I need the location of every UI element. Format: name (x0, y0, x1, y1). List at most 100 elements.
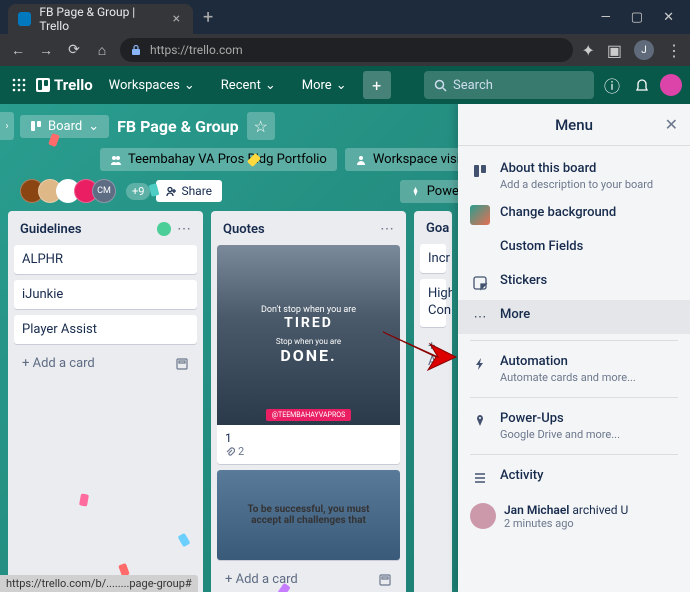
menu-title: Menu (555, 116, 593, 134)
template-icon[interactable] (378, 573, 392, 587)
chevron-down-icon: ⌄ (184, 78, 195, 93)
list-goals: Goa Incr High Con + A (414, 211, 452, 592)
card-title: 1 (225, 431, 392, 445)
bolt-icon (470, 354, 490, 374)
status-bar: https://trello.com/b/........page-group# (0, 575, 198, 592)
menu-custom-fields[interactable]: Custom Fields (458, 232, 690, 266)
forward-button[interactable]: → (36, 40, 56, 60)
add-card-button[interactable]: + Add a card (14, 350, 197, 377)
reload-button[interactable]: ⟳ (64, 40, 84, 60)
search-input[interactable]: Search (424, 71, 594, 99)
menu-automation[interactable]: Automation Automate cards and more... (458, 347, 690, 391)
board-area: › Board ⌄ FB Page & Group ☆ Teembahay VA… (0, 104, 690, 592)
lock-icon (130, 44, 142, 56)
more-dropdown[interactable]: More ⌄ (292, 72, 357, 99)
card-cover-image: Don't stop when you are TIRED Stop when … (217, 245, 400, 425)
trello-logo[interactable]: Trello (36, 76, 93, 94)
list-title[interactable]: Goa (426, 221, 449, 236)
card[interactable]: Don't stop when you are TIRED Stop when … (217, 245, 400, 464)
user-avatar[interactable] (660, 74, 682, 96)
tab-title: FB Page & Group | Trello (39, 5, 161, 33)
card[interactable]: High Con (420, 279, 446, 327)
new-tab-button[interactable]: + (203, 7, 213, 28)
list-title[interactable]: Guidelines (20, 222, 82, 237)
minimize-button[interactable]: — (601, 10, 611, 25)
search-placeholder: Search (453, 78, 493, 93)
browser-tab[interactable]: FB Page & Group | Trello × (8, 4, 193, 34)
notifications-icon[interactable] (630, 77, 654, 93)
menu-about-board[interactable]: About this board Add a description to yo… (458, 154, 690, 198)
info-icon[interactable]: ⓘ (600, 73, 624, 97)
user-plus-icon (166, 186, 177, 197)
browser-urlbar: ← → ⟳ ⌂ https://trello.com ✦ ▣ J ⋮ (0, 34, 690, 66)
background-thumb-icon (470, 205, 490, 225)
activity-item[interactable]: Jan Michael archived U 2 minutes ago (458, 495, 690, 538)
menu-power-ups[interactable]: Power-Ups Google Drive and more... (458, 404, 690, 448)
browser-titlebar: FB Page & Group | Trello × + — ▢ ✕ (0, 0, 690, 34)
card[interactable]: ALPHR (14, 245, 197, 274)
member-avatar[interactable]: CM (92, 179, 116, 203)
chevron-down-icon: ⌄ (265, 78, 276, 93)
limit-indicator (157, 222, 171, 236)
list-menu-button[interactable]: ⋯ (380, 221, 394, 237)
attachment-badge: 2 (225, 445, 392, 458)
trello-logo-icon (36, 78, 50, 92)
more-icon: ⋯ (470, 307, 490, 327)
paperclip-icon (225, 447, 235, 457)
star-button[interactable]: ☆ (247, 112, 275, 140)
menu-panel: Menu ✕ About this board Add a descriptio… (458, 104, 690, 592)
card[interactable]: iJunkie (14, 280, 197, 309)
list-menu-button[interactable]: ⋯ (177, 221, 191, 237)
card[interactable]: To be successful, you must accept all ch… (217, 470, 400, 560)
url-input[interactable]: https://trello.com (120, 38, 573, 62)
card[interactable]: Incr (420, 244, 446, 273)
extensions-icon[interactable]: ✦ (581, 41, 594, 60)
menu-stickers[interactable]: Stickers (458, 266, 690, 300)
sticker-icon (470, 273, 490, 293)
activity-avatar (470, 503, 496, 529)
member-stack[interactable]: CM (20, 179, 116, 203)
board-title[interactable]: FB Page & Group (117, 117, 239, 136)
search-icon (434, 79, 447, 92)
list-title[interactable]: Quotes (223, 222, 265, 237)
maximize-button[interactable]: ▢ (631, 10, 643, 25)
url-text: https://trello.com (150, 43, 243, 57)
list-guidelines: Guidelines ⋯ ALPHR iJunkie Player Assist… (8, 211, 203, 592)
workspaces-dropdown[interactable]: Workspaces ⌄ (99, 72, 205, 99)
expand-sidebar-button[interactable]: › (0, 112, 14, 140)
close-icon[interactable]: × (170, 12, 183, 26)
menu-icon[interactable]: ⋮ (666, 41, 682, 60)
board-icon (470, 161, 490, 181)
rocket-icon (470, 411, 490, 431)
annotation-arrow (378, 322, 458, 372)
card-cover-image: To be successful, you must accept all ch… (217, 470, 400, 560)
back-button[interactable]: ← (8, 40, 28, 60)
home-button[interactable]: ⌂ (92, 40, 112, 60)
portfolio-link[interactable]: Teembahay VA Pros Bldg Portfolio (100, 148, 337, 171)
board-icon (30, 120, 42, 132)
share-button[interactable]: Share (156, 180, 222, 202)
window-controls: — ▢ ✕ (601, 10, 690, 25)
chevron-down-icon: ⌄ (336, 78, 347, 93)
template-icon[interactable] (175, 357, 189, 371)
list-quotes: Quotes ⋯ Don't stop when you are TIRED S… (211, 211, 406, 592)
menu-more[interactable]: ⋯ More (458, 300, 690, 334)
create-button[interactable]: + (363, 71, 391, 99)
card[interactable]: Player Assist (14, 315, 197, 344)
panel-icon[interactable]: ▣ (607, 41, 622, 60)
close-button[interactable]: ✕ (663, 10, 674, 25)
add-card-button[interactable]: + Add a card (217, 566, 400, 592)
recent-dropdown[interactable]: Recent ⌄ (211, 72, 286, 99)
member-count[interactable]: +9 (126, 183, 150, 200)
board-view-dropdown[interactable]: Board ⌄ (20, 115, 109, 138)
divider (470, 397, 678, 398)
people-icon (110, 154, 122, 166)
menu-change-background[interactable]: Change background (458, 198, 690, 232)
apps-icon[interactable] (8, 74, 30, 96)
close-icon[interactable]: ✕ (665, 115, 678, 134)
profile-avatar[interactable]: J (634, 40, 654, 60)
people-icon (355, 154, 367, 166)
list-icon (470, 468, 490, 488)
menu-activity[interactable]: Activity (458, 461, 690, 495)
menu-header: Menu ✕ (458, 104, 690, 146)
